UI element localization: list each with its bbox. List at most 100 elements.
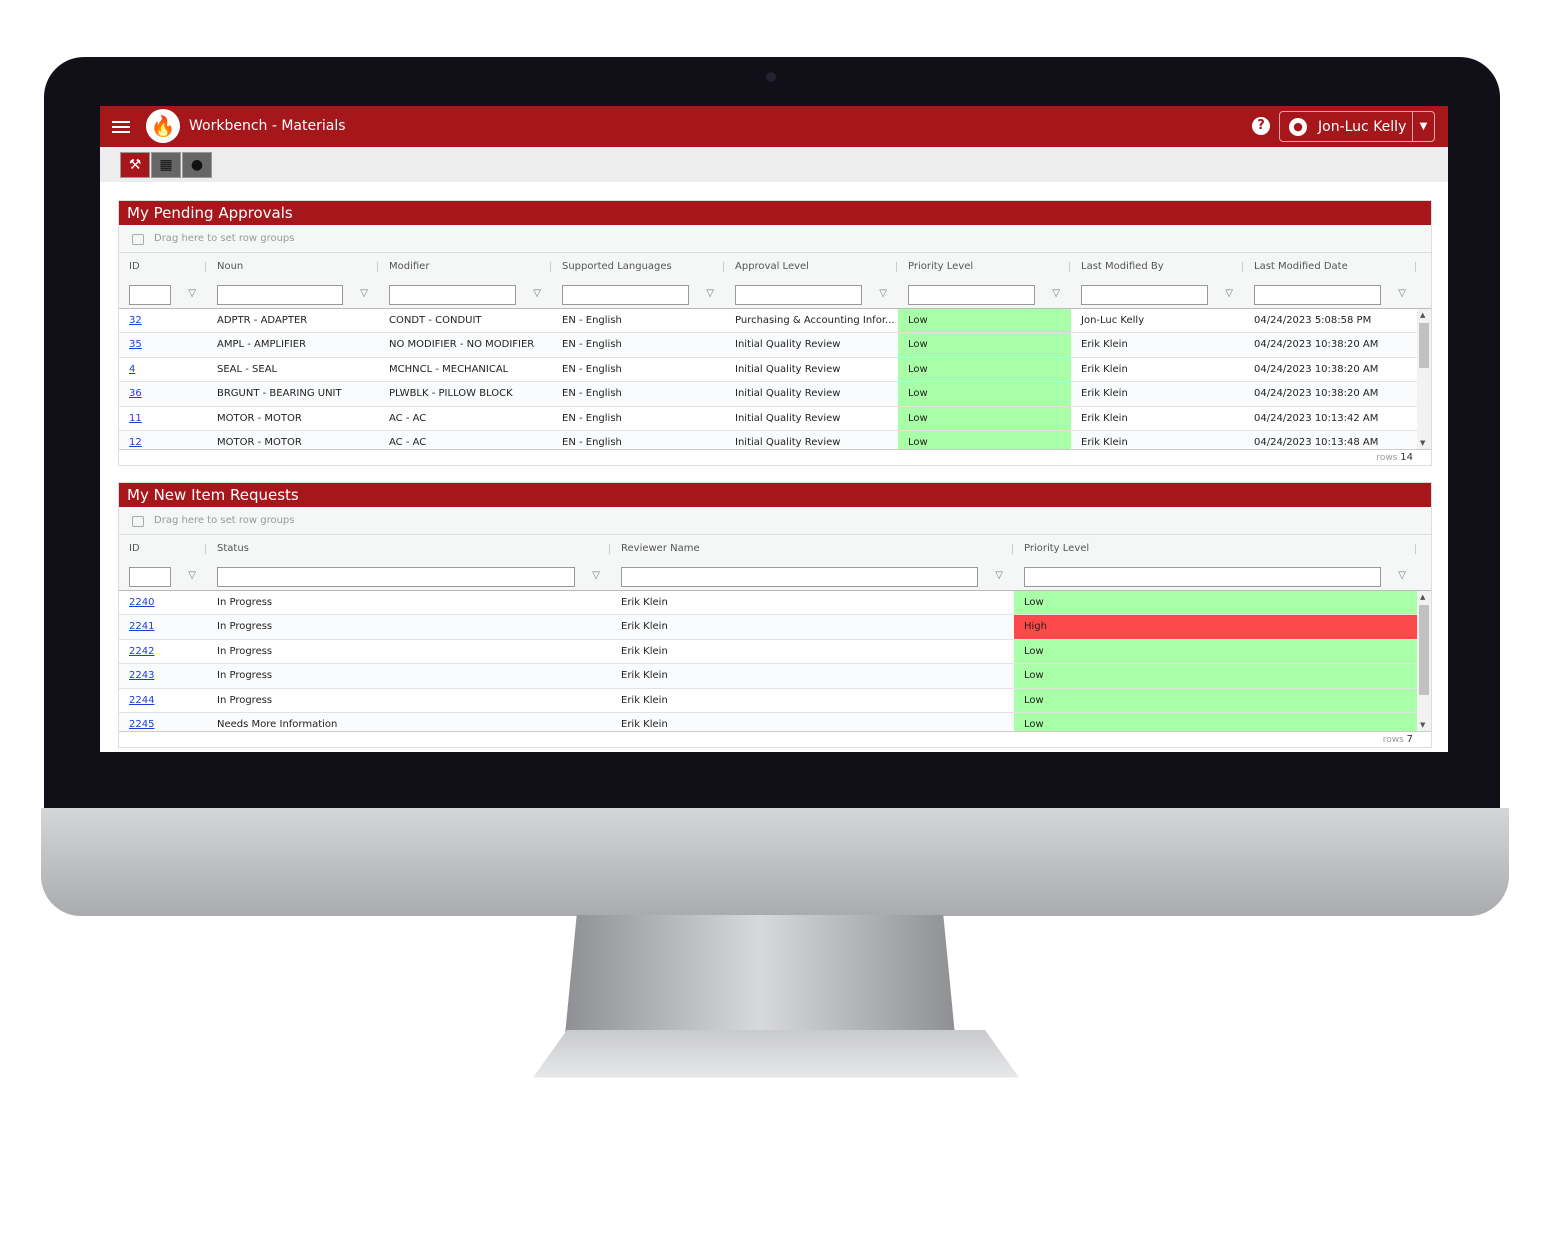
table-cell: Erik Klein xyxy=(621,718,668,730)
filter-input[interactable] xyxy=(129,567,171,587)
table-cell: 2244 xyxy=(119,689,207,712)
column-header[interactable]: Supported Languages xyxy=(552,253,725,281)
table-row[interactable]: 36 BRGUNT - BEARING UNIT PLWBLK - PILLOW B… xyxy=(119,382,1431,407)
column-header[interactable]: Priority Level xyxy=(898,253,1071,281)
filter-icon[interactable]: ▽ xyxy=(1398,288,1406,299)
filter-input[interactable] xyxy=(621,567,978,587)
header-row: ID Noun Modifier Supported Languages Approva… xyxy=(119,253,1431,281)
column-header[interactable]: Noun xyxy=(207,253,379,281)
id-link[interactable]: 36 xyxy=(129,388,142,399)
table-row[interactable]: 12 MOTOR - MOTOR AC - AC EN - English Initia… xyxy=(119,430,1431,449)
filter-row: ▽ ▽ ▽ ▽ xyxy=(119,563,1431,591)
filter-input[interactable] xyxy=(735,285,862,305)
filter-input[interactable] xyxy=(1254,285,1381,305)
id-link[interactable]: 35 xyxy=(129,339,142,350)
table-row[interactable]: 35 AMPL - AMPLIFIER NO MODIFIER - NO MODIF… xyxy=(119,333,1431,358)
id-link[interactable]: 2245 xyxy=(129,719,154,730)
filter-icon[interactable]: ▽ xyxy=(1225,288,1233,299)
table-row[interactable]: 2245 Needs More Information Erik Klein Low xyxy=(119,712,1431,731)
id-link[interactable]: 2243 xyxy=(129,670,154,681)
table-cell: 2241 xyxy=(119,615,207,638)
table-cell: Erik Klein xyxy=(1081,436,1128,448)
table-cell: In Progress xyxy=(217,694,273,706)
id-link[interactable]: 4 xyxy=(129,364,135,375)
column-header[interactable]: Priority Level xyxy=(1014,535,1417,563)
filter-icon[interactable]: ▽ xyxy=(706,288,714,299)
filter-icon[interactable]: ▽ xyxy=(995,570,1003,581)
column-header[interactable]: ID xyxy=(119,253,207,281)
table-cell: 2243 xyxy=(119,664,207,687)
table-row[interactable]: 2241 In Progress Erik Klein High xyxy=(119,615,1431,640)
filter-input[interactable] xyxy=(908,285,1035,305)
table-cell: 04/24/2023 10:38:20 AM xyxy=(1254,363,1379,375)
filter-input[interactable] xyxy=(129,285,171,305)
monitor-base xyxy=(533,1030,1019,1078)
filter-input[interactable] xyxy=(1024,567,1381,587)
column-header[interactable]: Last Modified By xyxy=(1071,253,1244,281)
priority-cell: Low xyxy=(1014,639,1417,664)
filter-cell: ▽ xyxy=(207,281,379,308)
priority-cell: Low xyxy=(1014,664,1417,688)
filter-icon[interactable]: ▽ xyxy=(188,288,196,299)
column-header[interactable]: Last Modified Date xyxy=(1244,253,1417,281)
table-cell: In Progress xyxy=(217,645,273,657)
table-row[interactable]: 2243 In Progress Erik Klein Low xyxy=(119,664,1431,689)
column-header[interactable]: Reviewer Name xyxy=(611,535,1014,563)
table-cell: 04/24/2023 10:38:20 AM xyxy=(1254,339,1379,351)
id-link[interactable]: 2242 xyxy=(129,646,154,657)
menu-icon[interactable] xyxy=(112,121,130,133)
scrollbar[interactable]: ▲ ▼ xyxy=(1417,591,1431,731)
filter-input[interactable] xyxy=(389,285,516,305)
table-cell: AC - AC xyxy=(389,436,427,448)
id-link[interactable]: 2244 xyxy=(129,695,154,706)
table-row[interactable]: 2240 In Progress Erik Klein Low xyxy=(119,591,1431,616)
table-cell: Erik Klein xyxy=(621,694,668,706)
filter-icon[interactable]: ▽ xyxy=(188,570,196,581)
table-cell: AMPL - AMPLIFIER xyxy=(217,339,307,351)
column-header[interactable]: Status xyxy=(207,535,611,563)
chevron-down-icon[interactable]: ▼ xyxy=(1412,112,1434,141)
table-row[interactable]: 32 ADPTR - ADAPTER CONDT - CONDUIT EN - Eng… xyxy=(119,309,1431,334)
filter-icon[interactable]: ▽ xyxy=(1052,288,1060,299)
user-menu-button[interactable]: ● Jon-Luc Kelly ▼ xyxy=(1279,111,1435,142)
filter-icon[interactable]: ▽ xyxy=(592,570,600,581)
filter-input[interactable] xyxy=(217,567,575,587)
table-cell: EN - English xyxy=(562,315,622,326)
table-row[interactable]: 2242 In Progress Erik Klein Low xyxy=(119,639,1431,665)
column-header[interactable]: Modifier xyxy=(379,253,552,281)
id-link[interactable]: 2241 xyxy=(129,621,154,632)
help-icon[interactable]: ? xyxy=(1252,117,1270,135)
id-link[interactable]: 12 xyxy=(129,437,142,448)
table-cell: SEAL - SEAL xyxy=(217,363,278,375)
filter-input[interactable] xyxy=(217,285,343,305)
table-row[interactable]: 4 SEAL - SEAL MCHNCL - MECHANICAL EN - Engl… xyxy=(119,357,1431,383)
column-header[interactable]: Approval Level xyxy=(725,253,898,281)
row-group-drop-zone[interactable]: Drag here to set row groups xyxy=(119,225,1431,253)
table-row[interactable]: 2244 In Progress Erik Klein Low xyxy=(119,688,1431,713)
column-header[interactable]: ID xyxy=(119,535,207,563)
filter-icon[interactable]: ▽ xyxy=(360,288,368,299)
id-link[interactable]: 2240 xyxy=(129,597,154,608)
scrollbar[interactable]: ▲ ▼ xyxy=(1417,309,1431,449)
filter-icon[interactable]: ▽ xyxy=(879,288,887,299)
panel-title: My New Item Requests xyxy=(119,483,1431,507)
app-header: 🔥 Workbench - Materials ? ● Jon-Luc Kell… xyxy=(100,106,1448,147)
id-link[interactable]: 32 xyxy=(129,315,142,326)
table-cell: AC - AC xyxy=(389,412,427,424)
id-link[interactable]: 11 xyxy=(129,413,142,424)
filter-icon[interactable]: ▽ xyxy=(533,288,541,299)
table-cell: In Progress xyxy=(217,621,273,633)
table-cell: In Progress xyxy=(217,670,273,682)
table-cell: 11 xyxy=(119,407,207,430)
table-row[interactable]: 11 MOTOR - MOTOR AC - AC EN - English Initia… xyxy=(119,406,1431,431)
filter-icon[interactable]: ▽ xyxy=(1398,570,1406,581)
wrench-icon[interactable]: ● xyxy=(182,152,212,178)
priority-cell: High xyxy=(1014,615,1417,639)
filter-input[interactable] xyxy=(1081,285,1208,305)
building-icon[interactable]: ▦ xyxy=(151,152,181,178)
row-group-drop-zone[interactable]: Drag here to set row groups xyxy=(119,507,1431,535)
filter-input[interactable] xyxy=(562,285,689,305)
filter-cell: ▽ xyxy=(611,563,1014,590)
hammer-icon[interactable]: ⚒ xyxy=(120,152,150,178)
table-cell: MCHNCL - MECHANICAL xyxy=(389,363,509,375)
